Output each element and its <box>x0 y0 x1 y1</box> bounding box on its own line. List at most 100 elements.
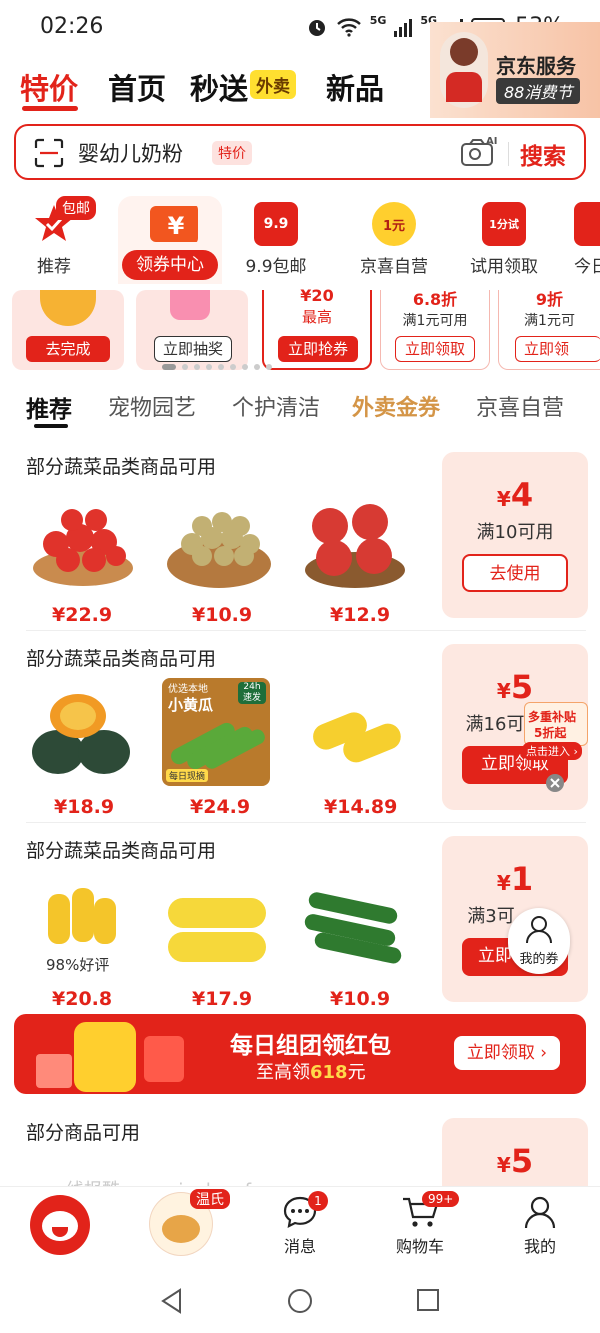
float-ad-line2: 5折起 <box>534 726 567 740</box>
red-envelope-image <box>144 1036 184 1082</box>
float-ad-enter[interactable]: 点击进入 › <box>522 742 582 760</box>
section-title: 部分蔬菜品类商品可用 <box>26 456 217 478</box>
search-input[interactable]: 婴幼儿奶粉 <box>78 138 183 168</box>
search-button[interactable]: 搜索 <box>520 137 566 171</box>
promo-strip: 去完成 立即抽奖 ¥20 最高 立即抢券 6.8折 满1元可用 立即领取 9折 … <box>0 286 600 374</box>
gift-bag-icon: 1分试 <box>482 202 526 246</box>
gift-box-image <box>36 1054 72 1088</box>
box-icon: 9.9 <box>254 202 298 246</box>
user-icon <box>526 916 552 944</box>
coupon-card[interactable]: ¥5 <box>442 1118 588 1186</box>
tab-miaosong[interactable]: 秒送 <box>190 66 248 108</box>
product-corn-cut-image[interactable] <box>28 870 138 960</box>
product-price: ¥10.9 <box>192 604 253 626</box>
nav-mine[interactable]: 我的 <box>500 1195 580 1257</box>
coin-icon-text: 1元 <box>382 219 406 234</box>
filter-tab-pet[interactable]: 宠物园艺 <box>108 390 196 422</box>
section-divider <box>26 630 586 631</box>
svg-text:¥: ¥ <box>168 212 185 240</box>
product-local-label: 优选本地 <box>168 684 208 695</box>
promo-card-lottery[interactable]: 立即抽奖 <box>136 290 248 370</box>
promo-button-claim-2[interactable]: 立即领 <box>515 336 600 362</box>
nav-mine-label: 我的 <box>523 1237 556 1256</box>
nav-cart-label: 购物车 <box>395 1237 444 1256</box>
filter-tab-care[interactable]: 个护清洁 <box>232 390 320 422</box>
mascot-image <box>74 1022 136 1092</box>
promo-amount: 6.8折 <box>412 290 458 309</box>
cat-trial[interactable]: 1分试 试用领取 <box>452 196 556 280</box>
promo-amount: ¥20 <box>300 286 334 305</box>
banner-claim-button[interactable]: 立即领取 › <box>454 1036 560 1070</box>
service-subtitle: 88消费节 <box>496 78 581 104</box>
cat-today[interactable]: 今日 <box>556 196 600 280</box>
banner-title: 每日组团领红包 <box>230 1033 391 1059</box>
promo-button-complete[interactable]: 去完成 <box>26 336 110 362</box>
promo-card-9[interactable]: 9折 满1元可 立即领 <box>498 290 600 370</box>
product-price: ¥12.9 <box>330 604 391 626</box>
box-icon-text: 9.9 <box>263 216 289 232</box>
filter-tab-indicator <box>34 424 68 428</box>
filter-tab-recommend[interactable]: 推荐 <box>26 390 72 424</box>
coupon-card[interactable]: ¥4 满10可用 去使用 <box>442 452 588 618</box>
product-potato-image[interactable] <box>164 486 274 596</box>
promo-amount: 9折 <box>535 290 564 309</box>
use-coupon-button[interactable]: 去使用 <box>462 554 568 592</box>
tab-new[interactable]: 新品 <box>326 66 384 108</box>
promo-button-claim[interactable]: 立即领取 <box>395 336 475 362</box>
product-cucumber-image[interactable]: 优选本地 小黄瓜 24h 速发 每日现摘 <box>162 678 270 786</box>
takeout-badge: 外卖 <box>250 70 296 99</box>
cat-jingxi[interactable]: 1元 京喜自营 <box>342 196 446 280</box>
promo-card-20[interactable]: ¥20 最高 立即抢券 <box>262 286 372 370</box>
coupon-value: 5 <box>510 1142 534 1180</box>
coupon-amount: ¥4 <box>442 476 588 514</box>
promo-button-lottery[interactable]: 立即抽奖 <box>154 336 232 362</box>
recents-icon[interactable] <box>416 1288 440 1312</box>
filter-tabs: 推荐 宠物园艺 个护清洁 外卖金券 京喜自营 <box>0 384 600 434</box>
home-circle-icon[interactable] <box>287 1288 313 1314</box>
coupon-currency: ¥ <box>496 487 511 511</box>
nav-messages[interactable]: 消息 <box>260 1195 340 1257</box>
scan-icon[interactable] <box>34 138 64 168</box>
cat-label: 今日 <box>574 257 600 277</box>
product-sweet-corn-image[interactable] <box>162 870 272 980</box>
product-tomato-image[interactable] <box>28 486 138 596</box>
back-icon[interactable] <box>160 1288 184 1314</box>
product-red-tomato-image[interactable] <box>300 486 410 596</box>
cat-label: 9.9包邮 <box>245 257 307 277</box>
promo-cond: 满1元可 <box>524 313 575 329</box>
free-shipping-badge: 包邮 <box>56 196 96 220</box>
alarm-icon <box>308 19 325 36</box>
promo-button-grab[interactable]: 立即抢券 <box>278 336 358 362</box>
today-icon <box>574 202 600 246</box>
promo-card-6-8[interactable]: 6.8折 满1元可用 立即领取 <box>380 290 490 370</box>
cat-9-9[interactable]: 9.9 9.9包邮 <box>224 196 328 280</box>
message-count-badge: 1 <box>308 1191 328 1211</box>
filter-tab-jingxi[interactable]: 京喜自营 <box>476 390 564 422</box>
gift-image <box>170 290 210 320</box>
cat-label: 京喜自营 <box>360 257 428 277</box>
promo-cond: 满1元可用 <box>402 313 468 329</box>
search-bar[interactable]: 婴幼儿奶粉 特价 AI 搜索 <box>14 124 586 180</box>
cat-coupon-center-label[interactable]: 领券中心 <box>122 250 218 280</box>
filter-tab-takeout[interactable]: 外卖金券 <box>352 390 440 422</box>
close-ad-icon[interactable] <box>546 774 564 792</box>
service-title: 京东服务 <box>496 54 576 78</box>
promo-cond: 最高 <box>301 308 332 326</box>
product-pumpkin-image[interactable] <box>28 678 138 788</box>
home-mascot-button[interactable] <box>30 1195 90 1255</box>
jd-service-banner[interactable]: 京东服务 88消费节 <box>430 22 600 118</box>
tab-home[interactable]: 首页 <box>108 66 166 108</box>
product-cucumber-2-image[interactable] <box>300 870 410 980</box>
promo-card-task[interactable]: 去完成 <box>12 290 124 370</box>
group-red-packet-banner[interactable]: 每日组团领红包 至高领618元 立即领取 › <box>14 1014 586 1094</box>
gift-bag-icon-text: 1分试 <box>489 218 519 231</box>
product-price: ¥20.8 <box>52 988 113 1010</box>
my-coupon-float-button[interactable]: 我的券 <box>508 908 570 974</box>
coupon-section-1: 部分蔬菜品类商品可用 ¥22.9 ¥10.9 ¥12.9 ¥4 满10可用 去使… <box>0 452 600 642</box>
service-agent-avatar <box>440 32 488 108</box>
product-price: ¥17.9 <box>192 988 253 1010</box>
tab-tejia[interactable]: 特价 <box>20 66 78 108</box>
profile-icon <box>524 1196 556 1229</box>
subsidy-float-ad[interactable]: 多重补贴 5折起 点击进入 › <box>522 694 588 760</box>
product-corn-image[interactable] <box>304 678 414 788</box>
